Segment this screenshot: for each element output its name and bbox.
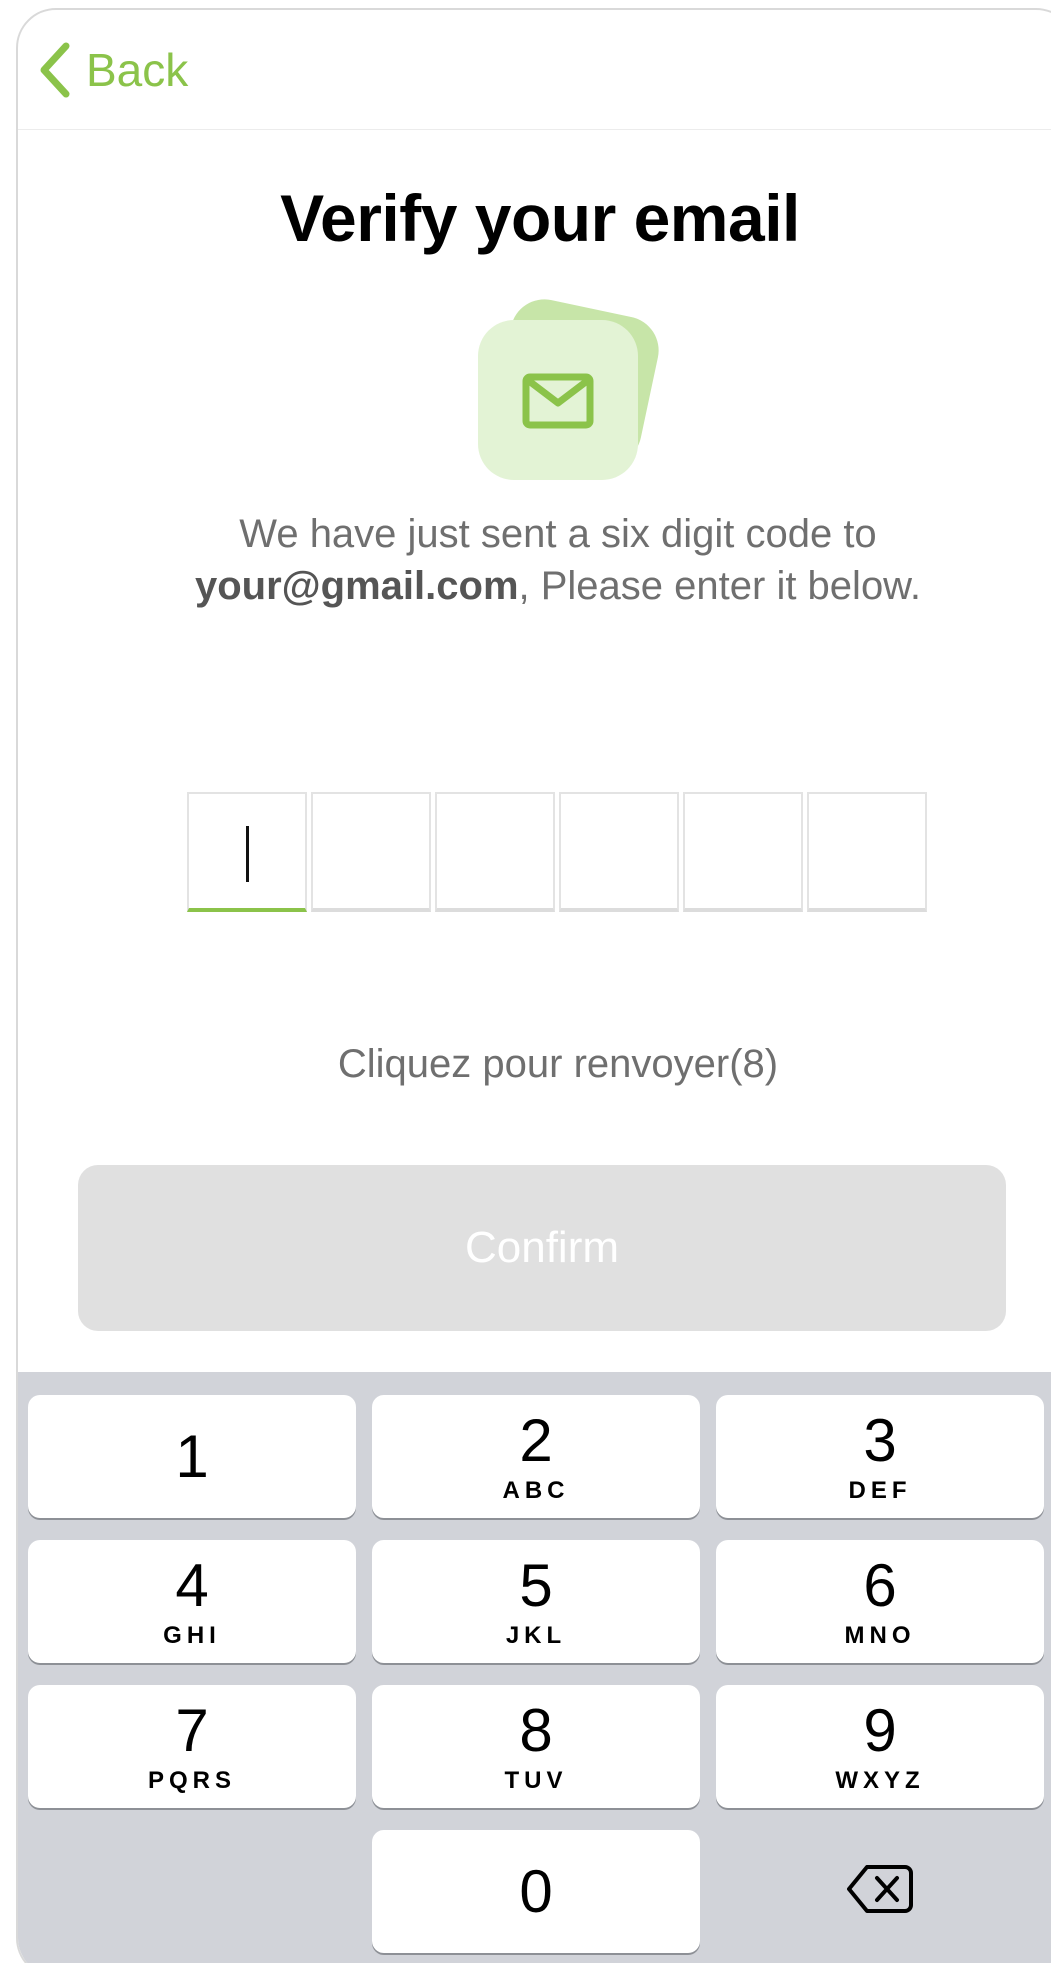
key-8[interactable]: 8 TUV [372, 1685, 700, 1808]
mail-icon [473, 295, 663, 485]
key-letters: ABC [502, 1476, 570, 1504]
key-number: 5 [519, 1551, 553, 1619]
key-7[interactable]: 7 PQRS [28, 1685, 356, 1808]
backspace-icon [847, 1863, 913, 1920]
instruction-line-1: We have just sent a six digit code to [239, 512, 877, 556]
otp-digit-4[interactable] [559, 792, 679, 912]
key-letters: MNO [844, 1621, 916, 1649]
key-9[interactable]: 9 WXYZ [716, 1685, 1044, 1808]
key-number: 0 [519, 1857, 553, 1925]
key-number: 7 [175, 1696, 209, 1764]
key-number: 1 [175, 1422, 209, 1490]
phone-screen: Back Verify your email We have just sent… [16, 8, 1051, 1963]
key-number: 3 [863, 1406, 897, 1474]
nav-bar: Back [18, 10, 1051, 130]
key-1[interactable]: 1 [28, 1395, 356, 1518]
otp-input[interactable] [187, 792, 927, 912]
key-0[interactable]: 0 [372, 1830, 700, 1953]
instruction-text: We have just sent a six digit code to yo… [18, 508, 1051, 612]
key-letters: DEF [848, 1476, 912, 1504]
chevron-left-icon [38, 40, 74, 100]
numeric-keypad: 1 2 ABC 3 DEF 4 GHI 5 JKL 6 MNO 7 PQRS 8… [18, 1372, 1051, 1963]
text-caret [246, 826, 249, 882]
delete-key[interactable] [716, 1830, 1044, 1953]
instruction-suffix: , Please enter it below. [518, 564, 921, 608]
otp-digit-2[interactable] [311, 792, 431, 912]
key-3[interactable]: 3 DEF [716, 1395, 1044, 1518]
key-letters: WXYZ [835, 1766, 925, 1794]
page-title: Verify your email [280, 181, 800, 255]
email-address: your@gmail.com [195, 564, 519, 608]
instruction-line-2: your@gmail.com, Please enter it below. [18, 560, 1051, 612]
key-letters: GHI [163, 1621, 221, 1649]
key-letters: JKL [505, 1621, 567, 1649]
back-button[interactable]: Back [38, 40, 188, 100]
resend-link[interactable]: Cliquez pour renvoyer(8) [18, 1042, 1051, 1087]
otp-digit-3[interactable] [435, 792, 555, 912]
key-number: 9 [863, 1696, 897, 1764]
otp-digit-6[interactable] [807, 792, 927, 912]
key-2[interactable]: 2 ABC [372, 1395, 700, 1518]
key-number: 2 [519, 1406, 553, 1474]
key-number: 4 [175, 1551, 209, 1619]
otp-digit-5[interactable] [683, 792, 803, 912]
key-number: 8 [519, 1696, 553, 1764]
key-letters: PQRS [147, 1766, 236, 1794]
confirm-button[interactable]: Confirm [78, 1165, 1006, 1331]
key-letters: TUV [504, 1766, 568, 1794]
key-4[interactable]: 4 GHI [28, 1540, 356, 1663]
key-number: 6 [863, 1551, 897, 1619]
otp-digit-1[interactable] [187, 792, 307, 912]
back-label: Back [86, 44, 189, 96]
key-6[interactable]: 6 MNO [716, 1540, 1044, 1663]
key-5[interactable]: 5 JKL [372, 1540, 700, 1663]
